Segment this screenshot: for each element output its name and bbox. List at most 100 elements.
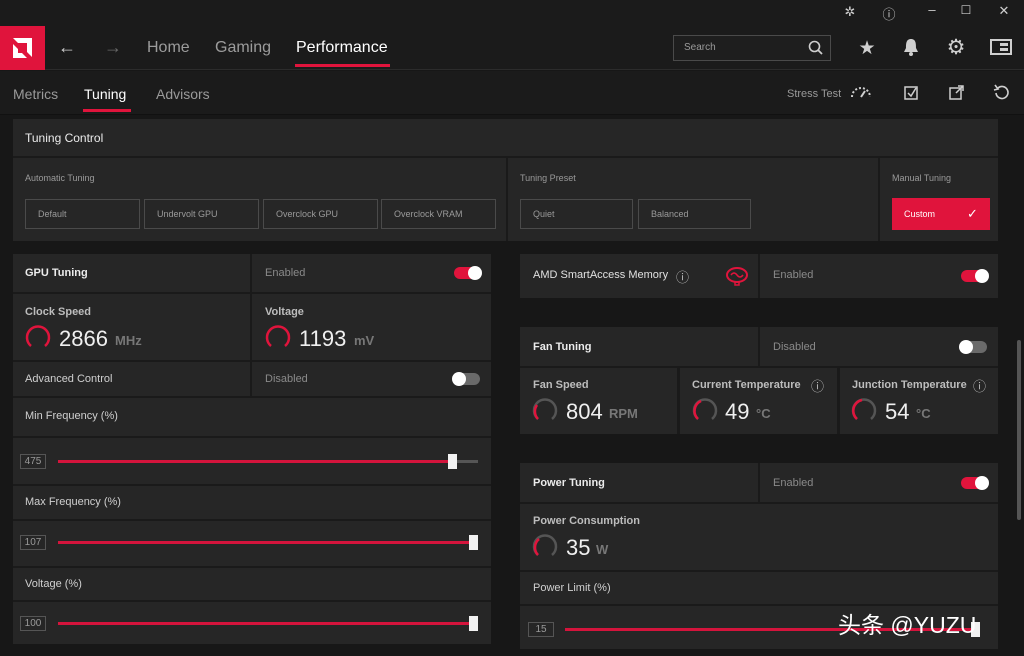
search-icon[interactable] — [808, 40, 824, 56]
voltage-pct-slider-cell: 100 — [13, 602, 491, 644]
power-limit-value[interactable]: 15 — [528, 622, 554, 637]
voltage-pct-label: Voltage (%) — [25, 578, 82, 590]
subnav-tab-metrics[interactable]: Metrics — [13, 86, 58, 102]
junction-temperature-value: 54 — [885, 399, 910, 424]
min-frequency-thumb[interactable] — [448, 454, 457, 469]
fan-tuning-status: Disabled — [773, 341, 816, 353]
max-frequency-thumb[interactable] — [469, 535, 478, 550]
min-frequency-label: Min Frequency (%) — [25, 410, 118, 422]
nav-tab-home[interactable]: Home — [147, 39, 190, 57]
current-temperature-gauge-icon — [692, 398, 718, 420]
clock-speed-gauge-icon — [25, 325, 51, 347]
sam-toggle[interactable] — [961, 269, 989, 283]
junction-temperature-label: Junction Temperature — [852, 379, 967, 391]
smartaccess-memory-panel: AMD SmartAccess Memory ⓘ Enabled — [520, 254, 998, 298]
maximize-icon[interactable]: ☐ — [958, 3, 974, 17]
fan-tuning-title: Fan Tuning — [533, 341, 592, 353]
voltage-value: 1193 — [299, 326, 347, 351]
tuning-control-title: Tuning Control — [25, 131, 104, 145]
help-icon[interactable]: ⓘ — [881, 4, 897, 23]
tuning-preset-label: Tuning Preset — [520, 173, 576, 183]
minimize-icon[interactable]: – — [924, 2, 940, 17]
back-arrow-icon[interactable]: ← — [57, 37, 77, 58]
watermark-text: 头条 @YUZU — [838, 612, 977, 638]
fan-speed-value: 804 — [566, 399, 603, 424]
divider — [878, 158, 880, 241]
balanced-preset-button[interactable]: Balanced — [638, 199, 751, 229]
search-input[interactable]: Search — [684, 42, 716, 53]
advanced-control-status: Disabled — [265, 373, 308, 385]
voltage-label: Voltage — [265, 306, 304, 318]
save-profile-icon[interactable] — [904, 85, 919, 100]
gpu-tuning-toggle[interactable] — [454, 266, 482, 280]
power-tuning-title: Power Tuning — [533, 477, 605, 489]
fan-tuning-status-cell: Disabled — [760, 327, 998, 366]
max-frequency-track[interactable] — [58, 535, 478, 550]
junction-temperature-help-icon[interactable]: ⓘ — [973, 376, 986, 395]
overclock-vram-button[interactable]: Overclock VRAM — [381, 199, 496, 229]
voltage-gauge-icon — [265, 325, 291, 347]
sidebar-panel-icon[interactable] — [990, 39, 1012, 55]
voltage-pct-track[interactable] — [58, 616, 478, 631]
notifications-bell-icon[interactable] — [901, 37, 921, 57]
max-frequency-value[interactable]: 107 — [20, 535, 46, 550]
clock-speed-unit: MHz — [115, 333, 142, 348]
advanced-control-cell: Advanced Control — [13, 362, 250, 396]
power-consumption-label: Power Consumption — [533, 515, 640, 527]
fan-tuning-toggle[interactable] — [959, 340, 987, 354]
voltage-pct-thumb[interactable] — [469, 616, 478, 631]
brain-icon — [726, 267, 748, 286]
amd-logo-icon — [13, 38, 32, 58]
voltage-pct-fill — [58, 622, 478, 625]
nav-tab-gaming[interactable]: Gaming — [215, 39, 271, 57]
quiet-preset-button[interactable]: Quiet — [520, 199, 633, 229]
default-button[interactable]: Default — [25, 199, 140, 229]
current-temperature-value: 49 — [725, 399, 750, 424]
max-frequency-label: Max Frequency (%) — [25, 496, 121, 508]
min-frequency-fill — [58, 460, 457, 463]
current-temperature-help-icon[interactable]: ⓘ — [811, 376, 824, 395]
fan-speed-gauge-icon — [532, 398, 558, 420]
gpu-tuning-status-cell: Enabled — [252, 254, 491, 292]
advanced-control-toggle[interactable] — [452, 372, 480, 386]
max-frequency-label-cell: Max Frequency (%) — [13, 486, 491, 519]
undervolt-gpu-button[interactable]: Undervolt GPU — [144, 199, 259, 229]
voltage-unit: mV — [354, 333, 375, 348]
manual-tuning-label: Manual Tuning — [892, 173, 952, 183]
reset-icon[interactable] — [993, 84, 1009, 100]
gpu-tuning-header: GPU Tuning — [13, 254, 250, 292]
subnav-tab-advisors[interactable]: Advisors — [156, 86, 210, 102]
overclock-gpu-button[interactable]: Overclock GPU — [263, 199, 378, 229]
search-box[interactable]: Search — [673, 35, 831, 61]
gpu-tuning-title: GPU Tuning — [25, 267, 88, 279]
stress-test-gauge-icon[interactable] — [850, 84, 872, 98]
advanced-control-status-cell: Disabled — [252, 362, 491, 396]
current-temperature-label: Current Temperature — [692, 379, 801, 391]
scrollbar[interactable] — [1017, 340, 1021, 520]
export-profile-icon[interactable] — [949, 85, 965, 100]
close-icon[interactable]: ✕ — [996, 3, 1012, 19]
forward-arrow-icon[interactable]: → — [103, 37, 123, 58]
sam-title-cell: AMD SmartAccess Memory ⓘ — [520, 254, 758, 298]
bug-report-icon[interactable]: ✲ — [842, 4, 858, 20]
power-consumption-value: 35 — [566, 535, 591, 560]
amd-logo[interactable] — [0, 26, 45, 70]
fan-speed-unit: RPM — [609, 406, 638, 421]
stress-test-label[interactable]: Stress Test — [787, 88, 841, 100]
min-frequency-track[interactable] — [58, 454, 478, 469]
sam-help-icon[interactable]: ⓘ — [676, 267, 689, 286]
settings-gear-icon[interactable]: ⚙ — [945, 35, 967, 60]
power-tuning-status-cell: Enabled — [760, 463, 998, 502]
voltage-pct-value[interactable]: 100 — [20, 616, 46, 631]
min-frequency-value[interactable]: 475 — [20, 454, 46, 469]
nav-active-underline — [295, 64, 390, 67]
subnav-tab-tuning[interactable]: Tuning — [84, 86, 126, 102]
current-temperature-cell: Current Temperature ⓘ 49 °C — [680, 368, 837, 434]
nav-tab-performance[interactable]: Performance — [296, 39, 388, 57]
fan-tuning-header: Fan Tuning — [520, 327, 758, 366]
power-tuning-status: Enabled — [773, 477, 814, 489]
favorites-star-icon[interactable]: ★ — [856, 37, 878, 60]
power-tuning-toggle[interactable] — [961, 476, 989, 490]
checkmark-icon: ✓ — [967, 206, 978, 221]
custom-tuning-button[interactable]: Custom ✓ — [892, 198, 990, 230]
